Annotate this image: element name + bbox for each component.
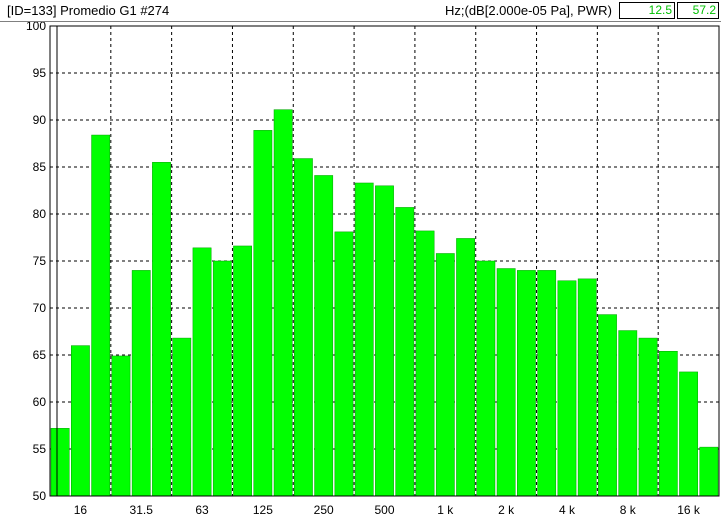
y-tick-label: 65 (33, 348, 47, 362)
chart-title: [ID=133] Promedio G1 #274 (7, 3, 170, 18)
bar (557, 280, 577, 497)
x-tick-label: 16 (74, 503, 88, 517)
bar (658, 350, 678, 497)
y-tick-label: 90 (33, 113, 47, 127)
bar (253, 130, 273, 497)
y-tick-label: 80 (33, 207, 47, 221)
bar (598, 314, 617, 497)
y-tick-label: 85 (33, 160, 47, 174)
x-tick-label: 125 (253, 503, 273, 517)
bar (71, 345, 90, 497)
bar (456, 238, 475, 497)
bar (415, 230, 435, 497)
y-tick-label: 100 (26, 22, 46, 33)
bar (638, 337, 658, 497)
x-tick-label: 250 (314, 503, 334, 517)
bar (375, 185, 394, 497)
y-axis-ticks: 50 55 60 65 70 75 80 85 90 95 100 (26, 22, 46, 503)
bar (435, 253, 455, 497)
bar (273, 109, 293, 497)
bar (699, 446, 719, 497)
cursor-level-readout: 57.2 (677, 2, 719, 19)
bars (50, 109, 719, 497)
x-tick-label: 1 k (437, 503, 454, 517)
bar (618, 330, 638, 497)
bar (334, 231, 354, 497)
x-axis-ticks: 16 31.5 63 125 250 500 1 k 2 k 4 k 8 k 16 k (74, 503, 701, 517)
cursor-frequency-readout: 12.5 (619, 2, 675, 19)
x-tick-label: 2 k (498, 503, 515, 517)
bar (172, 337, 192, 497)
y-tick-label: 70 (33, 301, 47, 315)
bar (233, 245, 252, 497)
x-tick-label: 8 k (620, 503, 637, 517)
bar (192, 247, 212, 497)
bar (131, 270, 151, 497)
bar (679, 371, 698, 497)
bar (50, 428, 70, 497)
y-tick-label: 75 (33, 254, 47, 268)
bar (496, 268, 516, 497)
bar (294, 158, 313, 497)
bar (354, 182, 374, 497)
bar (476, 260, 496, 497)
header-bar: [ID=133] Promedio G1 #274 Hz;(dB[2.000e-… (0, 0, 721, 22)
y-tick-label: 95 (33, 66, 47, 80)
bar (212, 260, 232, 497)
bar (314, 175, 334, 497)
y-tick-label: 50 (33, 489, 47, 503)
x-tick-label: 31.5 (130, 503, 154, 517)
x-tick-label: 500 (374, 503, 394, 517)
bar (517, 270, 536, 497)
bar (537, 270, 557, 497)
y-tick-label: 55 (33, 442, 47, 456)
bar (577, 278, 597, 497)
x-tick-label: 63 (195, 503, 209, 517)
units-label: Hz;(dB[2.000e-05 Pa], PWR) (445, 3, 612, 18)
y-tick-label: 60 (33, 395, 47, 409)
bar (91, 134, 111, 497)
x-tick-label: 16 k (677, 503, 701, 517)
bar-chart: 50 55 60 65 70 75 80 85 90 95 100 16 31.5 63 125 250 50… (26, 22, 720, 517)
spectrum-window: [ID=133] Promedio G1 #274 Hz;(dB[2.000e-… (0, 0, 721, 524)
bar (395, 207, 415, 497)
bar (152, 162, 171, 497)
x-tick-label: 4 k (559, 503, 576, 517)
bar (111, 355, 131, 497)
